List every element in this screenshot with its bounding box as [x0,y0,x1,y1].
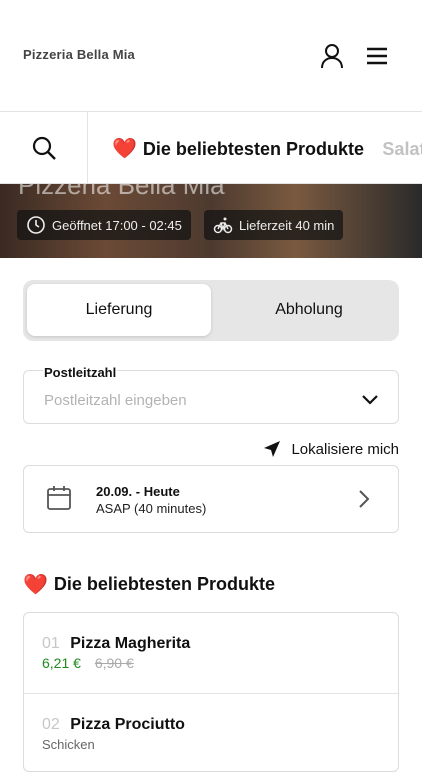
product-list: 01 Pizza Magherita 6,21 € 6,90 € 02 Pizz… [23,612,399,772]
product-name: Pizza Magherita [70,635,191,652]
zip-code-input[interactable]: Postleitzahl eingeben [44,392,187,409]
product-item[interactable]: 01 Pizza Magherita 6,21 € 6,90 € [24,613,398,693]
delivery-time-selector[interactable]: 20.09. - Heute ASAP (40 minutes) [23,465,399,533]
locate-me-button[interactable]: Lokalisiere mich [263,440,399,458]
pickup-option[interactable]: Abholung [217,284,401,336]
calendar-icon [47,486,71,510]
app-header: Pizzeria Bella Mia [0,0,422,112]
clock-icon [27,216,45,234]
search-icon [32,136,56,160]
order-mode-toggle: Lieferung Abholung [23,280,399,341]
bicycle-icon [213,217,233,234]
heart-icon: ❤️ [23,574,48,596]
delivery-time-badge: Lieferzeit 40 min [204,210,344,240]
restaurant-hero-image: Pizzeria Bella Mia Geöffnet 17:00 - 02:4… [0,184,422,258]
delivery-date: 20.09. - Heute [96,484,180,499]
category-tab-popular[interactable]: ❤️ Die beliebtesten Produkte [112,136,364,161]
delivery-option[interactable]: Lieferung [27,284,211,336]
zip-code-label: Postleitzahl [43,365,118,380]
zip-code-field[interactable]: Postleitzahl Postleitzahl eingeben [23,365,399,424]
category-tab-salat[interactable]: Salat [382,139,422,160]
brand-name[interactable]: Pizzeria Bella Mia [23,47,135,62]
category-bar: ❤️ Die beliebtesten Produkte Salat [0,112,422,184]
product-number: 02 [42,716,60,733]
search-button[interactable] [0,112,88,183]
heart-icon: ❤️ [112,138,137,160]
popular-section-title: ❤️ Die beliebtesten Produkte [23,574,275,596]
menu-icon[interactable] [361,40,393,72]
product-old-price: 6,90 € [94,655,134,671]
product-price: 6,21 € [42,655,81,671]
product-item[interactable]: 02 Pizza Prociutto Schicken [24,693,398,771]
chevron-right-icon [359,490,370,508]
product-number: 01 [42,635,60,652]
delivery-time: ASAP (40 minutes) [96,501,207,516]
chevron-down-icon[interactable] [360,389,380,409]
category-list: ❤️ Die beliebtesten Produkte Salat [112,136,422,161]
location-arrow-icon [264,441,281,457]
user-icon[interactable] [316,40,348,72]
product-name: Pizza Prociutto [70,716,185,733]
opening-hours-badge: Geöffnet 17:00 - 02:45 [17,210,191,240]
hero-title: Pizzeria Bella Mia [18,184,225,200]
